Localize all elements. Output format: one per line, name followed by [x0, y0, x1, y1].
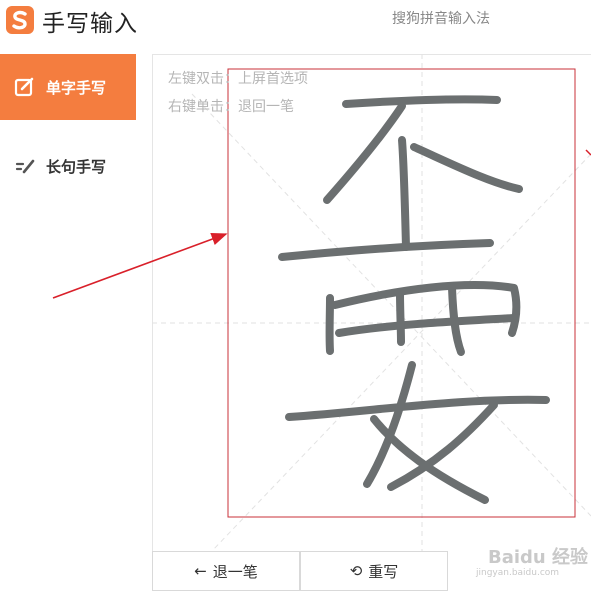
sidebar-item-single-char[interactable]: 单字手写	[0, 54, 136, 120]
rotate-icon: ⟲	[349, 562, 363, 580]
rewrite-button[interactable]: ⟲ 重写	[300, 551, 448, 591]
app-title: 手写输入	[42, 11, 138, 37]
sidebar: 单字手写 长句手写	[0, 54, 136, 194]
rewrite-label: 重写	[368, 562, 399, 581]
watermark-url: jingyan.baidu.com	[476, 568, 560, 578]
sidebar-item-label: 长句手写	[46, 157, 107, 176]
hint-right-click: 右键单击：退回一笔	[168, 99, 294, 115]
watermark: Baidu 经验	[488, 547, 589, 568]
undo-stroke-button[interactable]: ← 退一笔	[152, 551, 300, 591]
edit-square-icon	[14, 77, 34, 97]
handwritten-strokes	[278, 95, 550, 504]
long-sentence-pen-icon	[15, 159, 35, 174]
sidebar-item-long-sentence[interactable]: 长句手写	[0, 138, 136, 194]
ime-name: 搜狗拼音输入法	[392, 11, 490, 27]
arrow-left-icon: ←	[194, 562, 207, 580]
handwriting-canvas[interactable]	[152, 54, 591, 551]
sogou-logo-icon	[6, 6, 34, 34]
undo-stroke-label: 退一笔	[212, 562, 258, 581]
hint-double-click: 左键双击：上屏首选项	[168, 71, 308, 87]
title-bar: 手写输入 搜狗拼音输入法	[0, 0, 591, 44]
sidebar-item-label: 单字手写	[46, 78, 107, 97]
